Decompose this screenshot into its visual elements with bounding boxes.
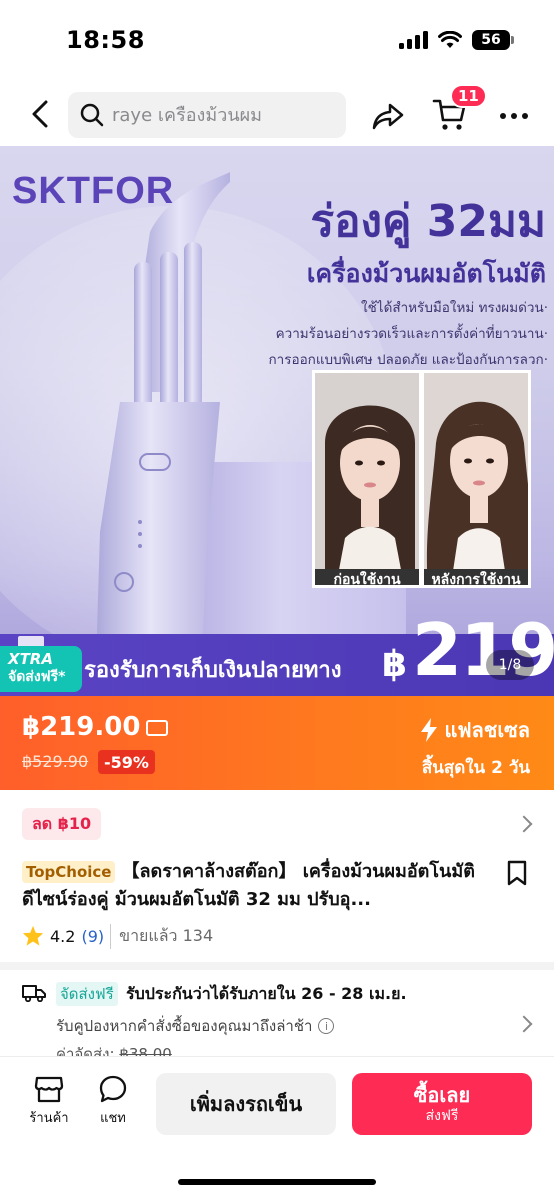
buy-now-label: ซื้อเลย xyxy=(413,1083,471,1107)
chat-button[interactable]: แชท xyxy=(90,1075,136,1139)
battery-icon: 56 xyxy=(472,30,514,50)
banner-feature-3: การออกแบบพิเศษ ปลอดภัย และป้องกันการลวก· xyxy=(268,352,548,368)
truck-icon xyxy=(22,985,46,1002)
before-face-image xyxy=(315,373,419,585)
share-button[interactable] xyxy=(368,96,408,136)
bookmark-button[interactable] xyxy=(506,860,528,886)
search-bar[interactable] xyxy=(68,92,346,138)
banner-feature-2: ความร้อนอย่างรวดเร็วและการตั้งค่าที่ยาวน… xyxy=(275,326,548,342)
original-price: ฿529.90 xyxy=(22,752,89,771)
cart-count-badge: 11 xyxy=(450,84,487,108)
late-delivery-text: รับคูปองหากคำสั่งซื้อของคุณมาถึงล่าช้า xyxy=(56,1017,313,1035)
status-time: 18:58 xyxy=(66,26,145,54)
brand-logo: SKTFOR xyxy=(12,170,175,212)
after-caption: หลังการใช้งาน xyxy=(424,569,528,585)
rating-row[interactable]: 4.2 (9) ขายแล้ว 134 xyxy=(22,922,213,950)
flash-sale-label: แฟลชเซล xyxy=(420,714,530,746)
back-button[interactable] xyxy=(22,94,58,134)
search-icon xyxy=(80,103,104,127)
banner-subtitle: เครื่องม้วนผมอัตโนมัติ xyxy=(306,259,546,288)
delivery-guarantee: รับประกันว่าได้รับภายใน 26 - 28 เม.ย. xyxy=(126,984,407,1003)
add-to-cart-button[interactable]: เพิ่มลงรถเข็น xyxy=(156,1073,336,1135)
buy-now-sublabel: ส่งฟรี xyxy=(425,1108,459,1124)
chevron-left-icon xyxy=(32,100,48,128)
banner-title: ร่องคู่ 32มม xyxy=(310,196,546,247)
image-counter: 1/8 xyxy=(486,650,534,680)
top-nav: 11 xyxy=(0,82,554,146)
bottom-action-bar: ร้านค้า แชท เพิ่มลงรถเข็น ซื้อเลย ส่งฟรี xyxy=(0,1056,554,1200)
share-icon xyxy=(372,103,404,130)
status-icons: 56 xyxy=(399,30,514,50)
after-face-image xyxy=(424,373,528,585)
late-delivery-coupon: รับคูปองหากคำสั่งซื้อของคุณมาถึงล่าช้า i xyxy=(56,1014,335,1038)
home-indicator[interactable] xyxy=(178,1179,376,1185)
coupon-chip[interactable]: ลด ฿10 xyxy=(22,808,102,840)
product-title-block: TopChoice 【ลดราคาล้างสต๊อก】 เครื่องม้วนผม… xyxy=(22,858,492,914)
shop-label: ร้านค้า xyxy=(29,1111,69,1126)
shipping-row[interactable]: จัดส่งฟรี รับประกันว่าได้รับภายใน 26 - 2… xyxy=(0,976,554,1063)
xtra-free-shipping-badge: XTRA จัดส่งฟรี* xyxy=(0,646,82,692)
flash-sale-ends: สิ้นสุดใน 2 วัน xyxy=(421,758,530,778)
search-input[interactable] xyxy=(112,104,332,126)
chevron-right-icon xyxy=(515,815,533,833)
xtra-subtitle: จัดส่งฟรี* xyxy=(8,669,66,685)
chat-label: แชท xyxy=(100,1111,126,1126)
xtra-title: XTRA xyxy=(8,650,53,668)
flash-sale-text: แฟลชเซล xyxy=(444,718,530,742)
before-caption: ก่อนใช้งาน xyxy=(315,569,419,585)
section-divider xyxy=(0,962,554,970)
before-photo: ก่อนใช้งาน xyxy=(312,370,422,588)
shop-button[interactable]: ร้านค้า xyxy=(24,1075,74,1139)
banner-price-currency: ฿ xyxy=(382,644,408,685)
banner-feature-1: ใช้ได้สำหรับมือใหม่ ทรงผมด่วน· xyxy=(361,300,548,316)
current-price: ฿219.00 xyxy=(22,712,141,742)
star-icon xyxy=(22,925,44,946)
shop-icon xyxy=(34,1076,64,1103)
coupon-row[interactable]: ลด ฿10 xyxy=(0,800,554,848)
chat-icon xyxy=(99,1075,127,1103)
rating-count: (9) xyxy=(81,926,105,946)
lightning-icon xyxy=(421,718,438,742)
product-image-carousel[interactable]: SKTFOR ร่องคู่ 32มม เครื่องม้วนผมอัตโนมั… xyxy=(0,146,554,696)
discount-badge: -59% xyxy=(98,750,155,774)
sold-count: ขายแล้ว 134 xyxy=(110,923,213,949)
buy-now-button[interactable]: ซื้อเลย ส่งฟรี xyxy=(352,1073,532,1135)
banner-price: 219 xyxy=(412,608,554,692)
flash-sale-price-bar: ฿219.00 ฿529.90 -59% แฟลชเซล สิ้นสุดใน 2… xyxy=(0,696,554,790)
chevron-right-icon xyxy=(515,1015,533,1033)
wifi-icon xyxy=(438,31,462,48)
coupon-icon xyxy=(146,720,168,736)
rating-value: 4.2 xyxy=(50,926,76,946)
status-bar: 18:58 56 xyxy=(0,0,554,80)
info-icon[interactable]: i xyxy=(318,1018,335,1034)
signal-icon xyxy=(399,31,428,49)
free-shipping-chip: จัดส่งฟรี xyxy=(56,982,118,1006)
more-icon xyxy=(500,113,528,119)
more-button[interactable] xyxy=(494,96,534,136)
hair-curler-image xyxy=(95,172,230,696)
cod-text: รองรับการเก็บเงินปลายทาง xyxy=(84,658,342,683)
top-choice-badge: TopChoice xyxy=(22,861,116,883)
bookmark-icon xyxy=(507,860,527,886)
after-photo: หลังการใช้งาน xyxy=(421,370,531,588)
